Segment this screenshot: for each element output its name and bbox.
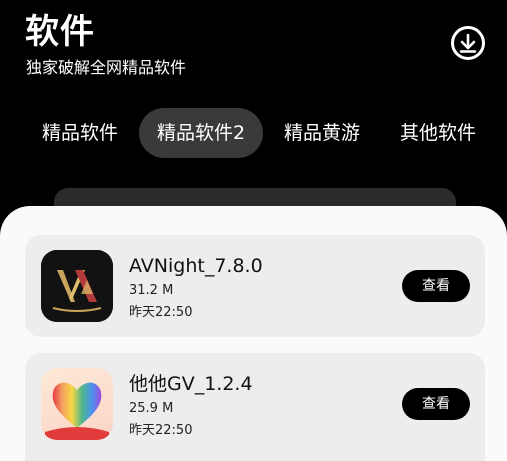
tab-jingpin-huangyou[interactable]: 精品黄游 [284, 108, 360, 158]
avnight-logo-icon [41, 250, 113, 322]
page-title: 软件 [25, 12, 95, 52]
rainbow-heart-icon [41, 368, 113, 440]
app-date: 昨天22:50 [129, 305, 193, 320]
page-subtitle: 独家破解全网精品软件 [26, 58, 187, 77]
app-size: 25.9 M [129, 401, 174, 416]
app-header: 软件 独家破解全网精品软件 [0, 0, 507, 100]
list-item[interactable]: 他他GV_1.2.4 25.9 M 昨天22:50 查看 [25, 353, 485, 461]
app-name: AVNight_7.8.0 [129, 255, 263, 277]
app-date: 昨天22:50 [129, 423, 193, 438]
download-icon[interactable] [451, 26, 485, 60]
app-name: 他他GV_1.2.4 [129, 373, 253, 395]
tab-qita-ruanjian[interactable]: 其他软件 [400, 108, 476, 158]
view-button[interactable]: 查看 [402, 388, 470, 420]
list-item[interactable]: AVNight_7.8.0 31.2 M 昨天22:50 查看 [25, 235, 485, 337]
app-size: 31.2 M [129, 283, 174, 298]
tab-jingpin-ruanjian-2[interactable]: 精品软件2 [139, 108, 264, 158]
view-button[interactable]: 查看 [402, 270, 470, 302]
tab-jingpin-ruanjian[interactable]: 精品软件 [42, 108, 118, 158]
category-tabs: 精品软件 精品软件2 精品黄游 其他软件 [0, 108, 507, 158]
